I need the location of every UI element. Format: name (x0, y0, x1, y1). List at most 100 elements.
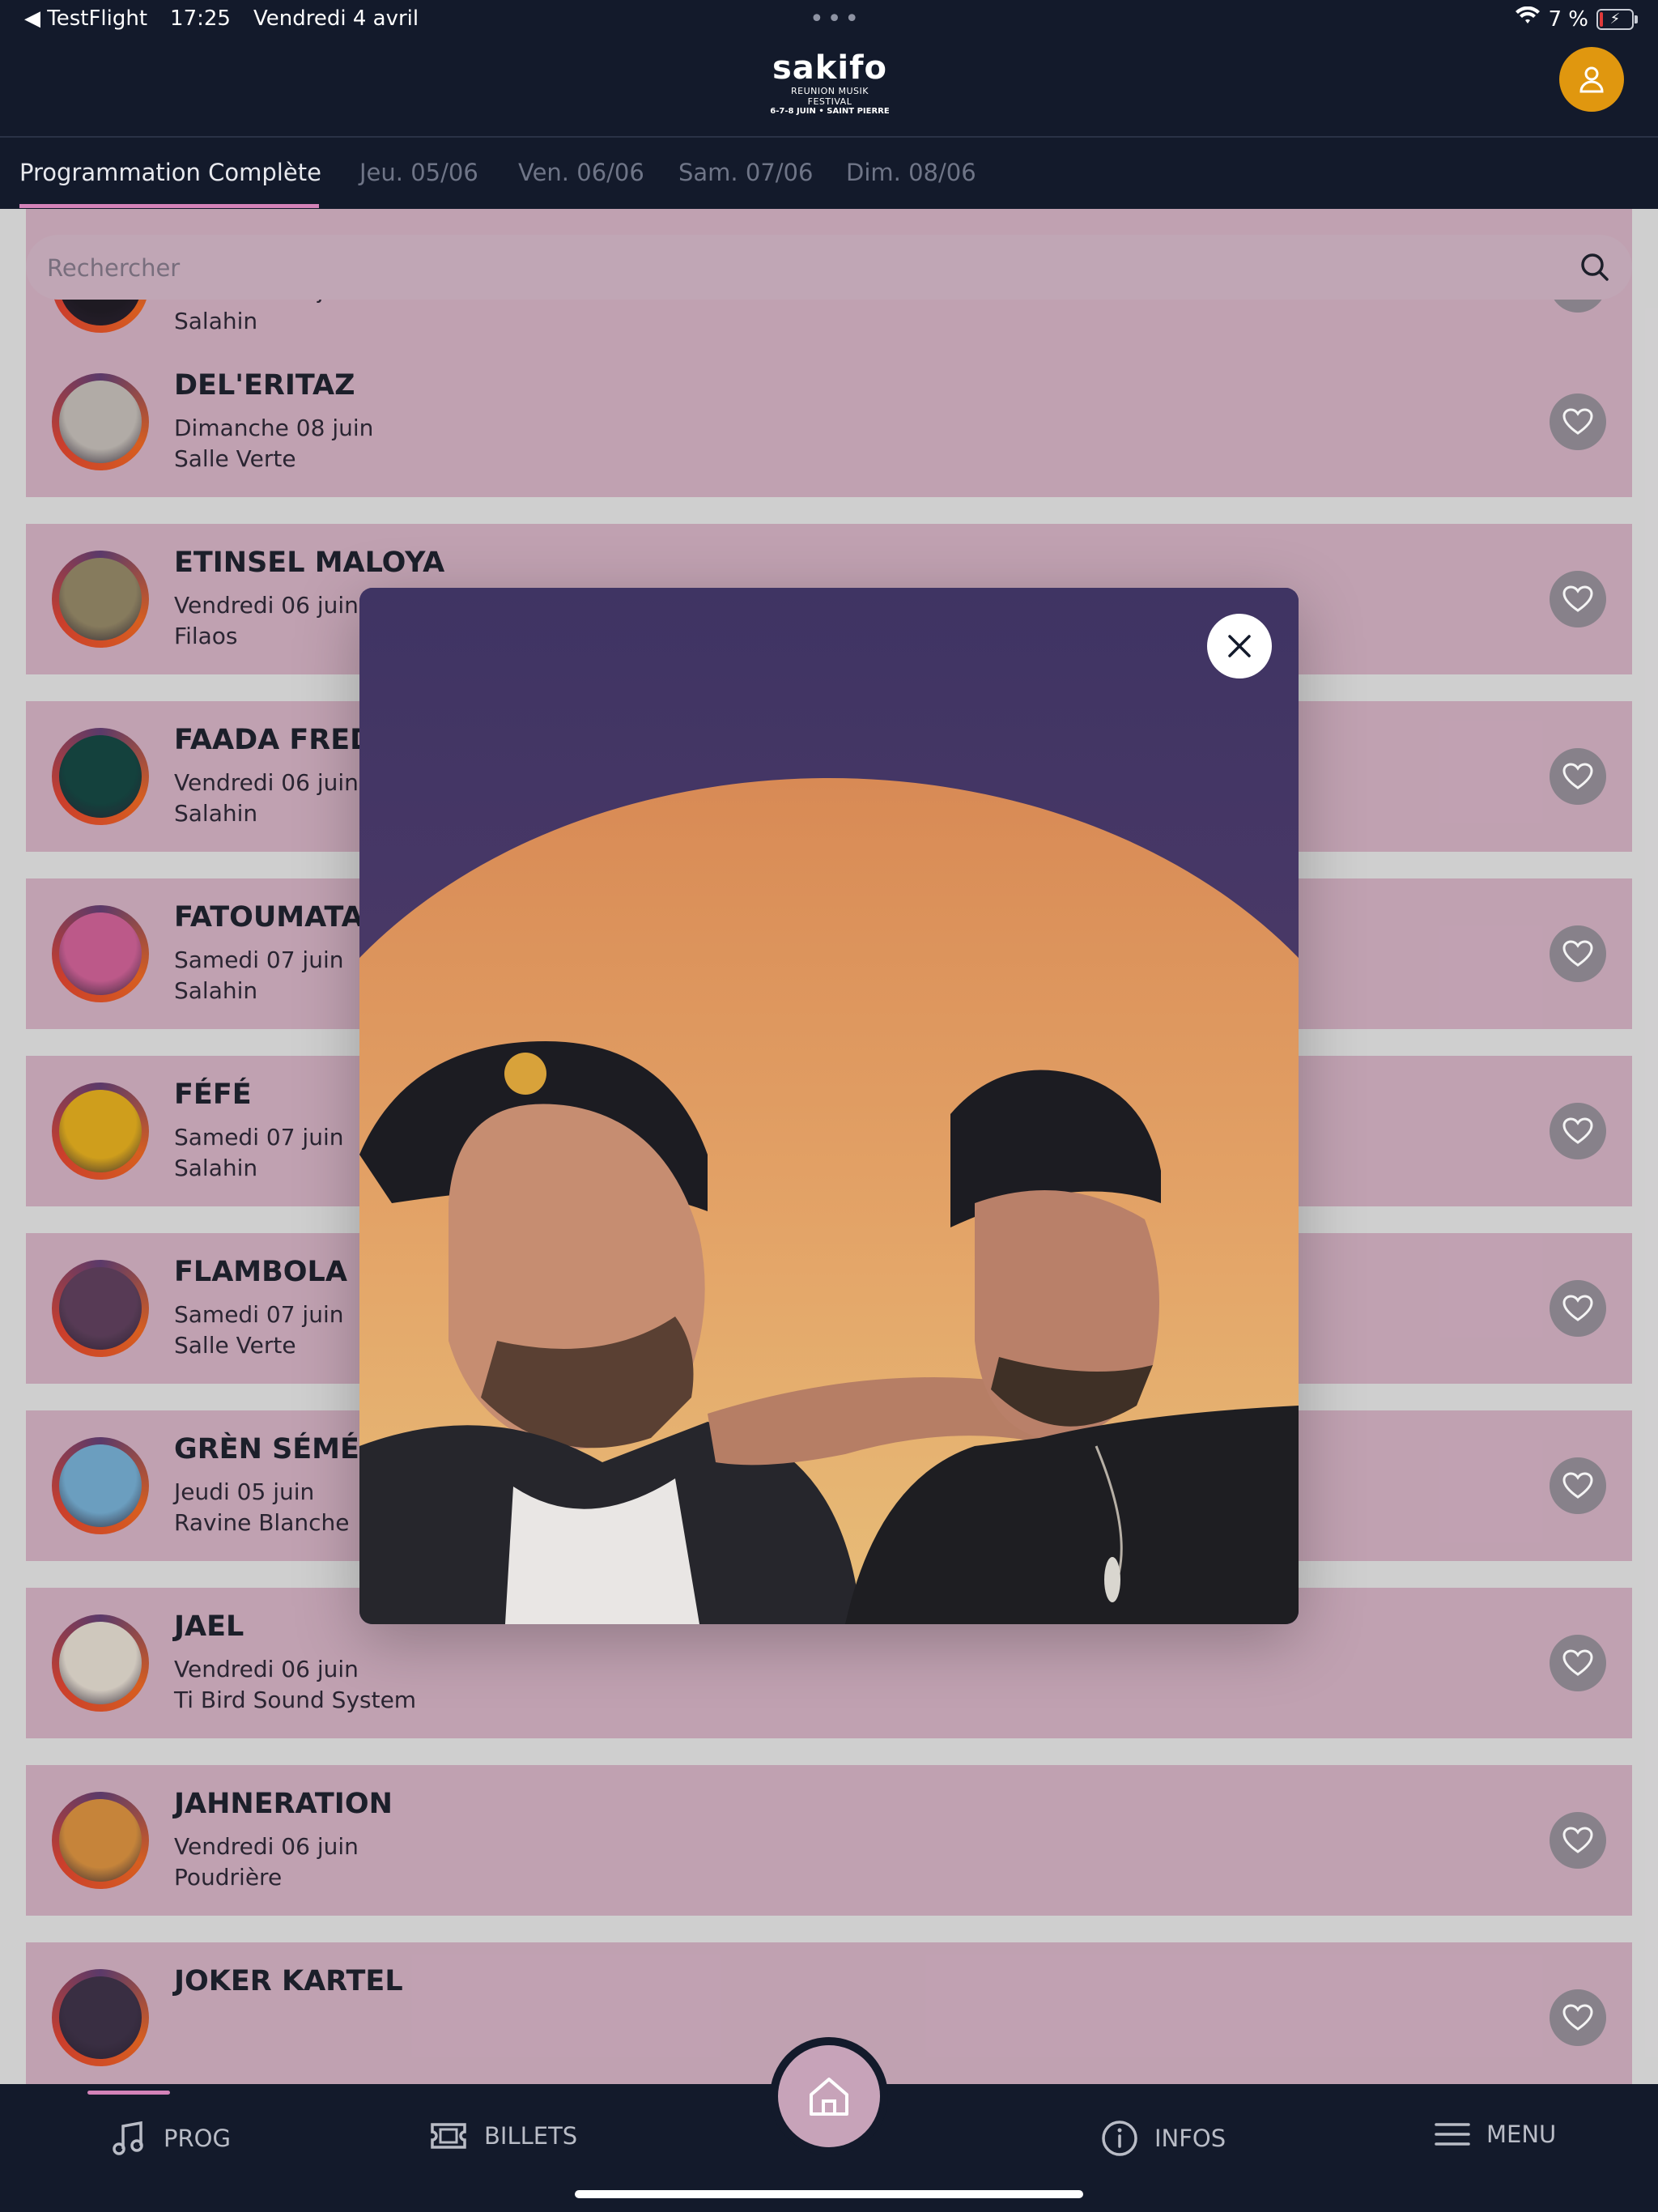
heart-icon (1562, 585, 1593, 612)
favorite-button[interactable] (1550, 1103, 1606, 1159)
heart-icon (1562, 1827, 1593, 1853)
back-to-testflight[interactable]: ◀ TestFlight (24, 6, 147, 31)
heart-icon (1562, 1472, 1593, 1499)
tab-samedi[interactable]: Sam. 07/06 (678, 159, 813, 186)
status-date: Vendredi 4 avril (253, 6, 419, 31)
artist-thumbnail (59, 1267, 142, 1350)
wifi-icon (1516, 6, 1541, 32)
artist-avatar (52, 1969, 149, 2066)
app-header: sakifo REUNION MUSIK FESTIVAL 6-7-8 JUIN… (0, 39, 1658, 138)
battery-icon: ⚡ (1596, 8, 1638, 30)
tab-jeudi[interactable]: Jeu. 05/06 (359, 159, 478, 186)
favorite-button[interactable] (1550, 1635, 1606, 1691)
favorite-button[interactable] (1550, 393, 1606, 450)
nav-billets[interactable]: BILLETS (429, 2120, 577, 2152)
music-note-icon (113, 2121, 143, 2155)
artist-venue: Ravine Blanche (174, 1509, 350, 1536)
artist-venue: Ti Bird Sound System (174, 1687, 417, 1713)
artist-thumbnail (59, 1976, 142, 2059)
status-bar: ◀ TestFlight 17:25 Vendredi 4 avril ••• … (0, 0, 1658, 39)
artist-date: Jeudi 05 juin (174, 1478, 315, 1505)
ticket-icon (431, 2123, 466, 2149)
active-nav-indicator (87, 2091, 170, 2095)
heart-icon (1562, 763, 1593, 789)
artist-name: JOKER KARTEL (174, 1965, 403, 1997)
nav-menu[interactable]: MENU (1435, 2120, 1556, 2149)
favorite-button[interactable] (1550, 748, 1606, 805)
artist-date: Vendredi 06 juin (174, 592, 359, 619)
artist-name: FLAMBOLA (174, 1256, 347, 1288)
nav-infos[interactable]: INFOS (1101, 2120, 1226, 2157)
artist-thumbnail (59, 912, 142, 995)
artist-avatar (52, 1437, 149, 1534)
artist-avatar (52, 905, 149, 1002)
artist-date: Samedi 07 juin (174, 1301, 344, 1328)
artist-thumbnail (59, 381, 142, 463)
artist-venue: Salle Verte (174, 1332, 296, 1359)
artist-date: Vendredi 06 juin (174, 769, 359, 796)
home-icon (810, 2078, 848, 2116)
artist-date: Samedi 07 juin (174, 946, 344, 973)
artist-venue: Salahin (174, 977, 258, 1004)
artist-venue: Salle Verte (174, 445, 296, 472)
artist-avatar (52, 1083, 149, 1180)
artist-name: FÉFÉ (174, 1078, 252, 1111)
artist-card[interactable]: JAHNERATION Vendredi 06 juin Poudrière (26, 1765, 1632, 1916)
info-icon (1102, 2121, 1137, 2156)
battery-percent: 7 % (1548, 6, 1588, 32)
artist-name: ETINSEL MALOYA (174, 547, 445, 579)
sakifo-logo: sakifo REUNION MUSIK FESTIVAL 6-7-8 JUIN… (770, 49, 890, 116)
search-input[interactable] (45, 235, 1571, 301)
artist-name: JAEL (174, 1610, 244, 1643)
favorite-button[interactable] (1550, 1457, 1606, 1514)
home-indicator (575, 2190, 1083, 2198)
artist-photo (359, 588, 1299, 1624)
artist-thumbnail (59, 558, 142, 640)
artist-thumbnail (59, 1090, 142, 1172)
artist-venue: Filaos (174, 623, 238, 649)
tab-dimanche[interactable]: Dim. 08/06 (846, 159, 976, 186)
artist-avatar (52, 1260, 149, 1357)
heart-icon (1562, 940, 1593, 967)
heart-icon (1562, 1295, 1593, 1321)
home-button[interactable] (770, 2037, 888, 2155)
heart-icon (1562, 2004, 1593, 2031)
artist-avatar (52, 728, 149, 825)
favorite-button[interactable] (1550, 925, 1606, 982)
heart-icon (1562, 1649, 1593, 1676)
artist-avatar (52, 373, 149, 470)
favorite-button[interactable] (1550, 571, 1606, 627)
multitasking-dots-icon[interactable]: ••• (810, 5, 862, 33)
artist-thumbnail (59, 1799, 142, 1882)
artist-venue: Salahin (174, 800, 258, 827)
artist-name: GRÈN SÉMÉ (174, 1433, 359, 1465)
artist-thumbnail (59, 735, 142, 818)
artist-avatar (52, 1792, 149, 1889)
user-icon (1579, 66, 1604, 93)
active-tab-indicator (19, 204, 319, 208)
artist-avatar (52, 1614, 149, 1712)
artist-date: Samedi 07 juin (174, 1124, 344, 1151)
heart-icon (1562, 408, 1593, 435)
artist-avatar (52, 551, 149, 648)
tab-programmation-complete[interactable]: Programmation Complète (19, 159, 321, 186)
artist-card[interactable]: DEL'ERITAZ Dimanche 08 juin Salle Verte (26, 347, 1632, 497)
favorite-button[interactable] (1550, 1812, 1606, 1869)
artist-venue: Salahin (174, 1155, 258, 1181)
artist-date: Vendredi 06 juin (174, 1656, 359, 1682)
day-tabs: Programmation Complète Jeu. 05/06 Ven. 0… (0, 138, 1658, 209)
search-icon[interactable] (1579, 251, 1611, 283)
artist-name: DEL'ERITAZ (174, 369, 355, 402)
artist-date: Vendredi 06 juin (174, 1833, 359, 1860)
hamburger-menu-icon (1435, 2123, 1470, 2146)
favorite-button[interactable] (1550, 1280, 1606, 1337)
heart-icon (1562, 1117, 1593, 1144)
close-icon (1228, 635, 1251, 657)
artist-thumbnail (59, 1444, 142, 1527)
nav-prog[interactable]: PROG (110, 2120, 231, 2157)
favorite-button[interactable] (1550, 1989, 1606, 2046)
tab-vendredi[interactable]: Ven. 06/06 (518, 159, 644, 186)
profile-button[interactable] (1559, 47, 1624, 112)
close-modal-button[interactable] (1207, 614, 1272, 678)
search-bar (26, 235, 1632, 301)
